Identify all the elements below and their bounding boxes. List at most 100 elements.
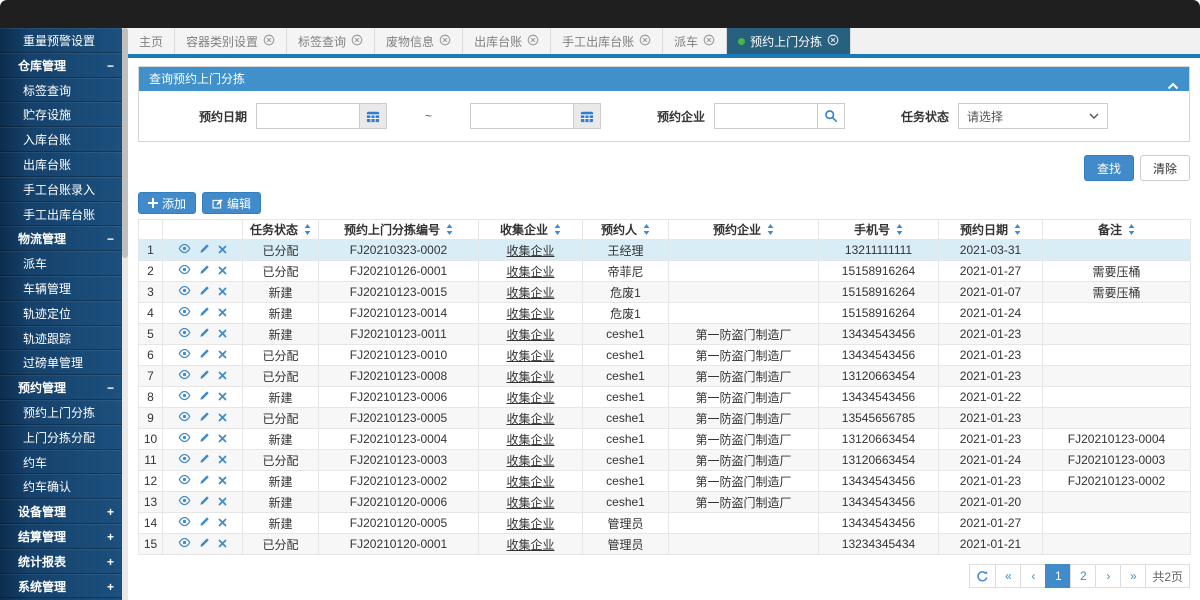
delete-icon[interactable] [218,516,227,530]
tab-1[interactable]: 容器类别设置 [175,28,287,54]
edit-icon[interactable] [199,453,210,467]
sidebar-item-21[interactable]: 统计报表+ [0,549,128,574]
cell-collector[interactable]: 收集企业 [479,303,583,324]
tab-4[interactable]: 出库台账 [463,28,551,54]
collector-link[interactable]: 收集企业 [506,454,554,468]
view-icon[interactable] [178,264,191,278]
tab-2[interactable]: 标签查询 [287,28,375,54]
collector-link[interactable]: 收集企业 [506,496,554,510]
enterprise-input[interactable] [714,103,817,129]
table-row[interactable]: 4新建FJ20210123-0014收集企业危废1151589162642021… [139,303,1191,324]
view-icon[interactable] [178,474,191,488]
tab-close-icon[interactable] [439,34,451,49]
page-button-2[interactable]: 2 [1070,564,1096,588]
delete-icon[interactable] [218,285,227,299]
expand-plus-icon[interactable]: + [107,575,114,600]
tab-3[interactable]: 废物信息 [375,28,463,54]
edit-icon[interactable] [199,537,210,551]
column-header-7[interactable]: 备注 [1043,220,1191,240]
table-row[interactable]: 6已分配FJ20210123-0010收集企业ceshe1第一防盗门制造厂134… [139,345,1191,366]
prev-page-button[interactable]: ‹ [1020,564,1046,588]
sort-icon[interactable] [1128,224,1135,238]
view-icon[interactable] [178,243,191,257]
cell-collector[interactable]: 收集企业 [479,324,583,345]
tab-7[interactable]: 预约上门分拣 [727,28,851,54]
cell-collector[interactable]: 收集企业 [479,366,583,387]
collector-link[interactable]: 收集企业 [506,349,554,363]
delete-icon[interactable] [218,474,227,488]
view-icon[interactable] [178,537,191,551]
table-row[interactable]: 9已分配FJ20210123-0005收集企业ceshe1第一防盗门制造厂135… [139,408,1191,429]
sort-icon[interactable] [643,224,650,238]
collector-link[interactable]: 收集企业 [506,391,554,405]
cell-collector[interactable]: 收集企业 [479,408,583,429]
view-icon[interactable] [178,369,191,383]
column-header-6[interactable]: 预约日期 [939,220,1043,240]
view-icon[interactable] [178,390,191,404]
calendar-icon[interactable] [359,103,387,129]
cell-collector[interactable]: 收集企业 [479,282,583,303]
cell-collector[interactable]: 收集企业 [479,429,583,450]
edit-icon[interactable] [199,243,210,257]
task-status-select[interactable]: 请选择 [958,103,1108,129]
table-row[interactable]: 15已分配FJ20210120-0001收集企业管理员1323434543420… [139,534,1191,555]
cell-collector[interactable]: 收集企业 [479,471,583,492]
sort-icon[interactable] [304,224,311,238]
edit-icon[interactable] [199,432,210,446]
view-icon[interactable] [178,453,191,467]
table-row[interactable]: 5新建FJ20210123-0011收集企业ceshe1第一防盗门制造厂1343… [139,324,1191,345]
collector-link[interactable]: 收集企业 [506,307,554,321]
collector-link[interactable]: 收集企业 [506,265,554,279]
cell-collector[interactable]: 收集企业 [479,513,583,534]
delete-icon[interactable] [218,243,227,257]
delete-icon[interactable] [218,411,227,425]
collector-link[interactable]: 收集企业 [506,517,554,531]
delete-icon[interactable] [218,537,227,551]
cell-collector[interactable]: 收集企业 [479,492,583,513]
sidebar-item-5[interactable]: 出库台账 [0,152,128,177]
sidebar-item-8[interactable]: 物流管理− [0,226,128,251]
sort-icon[interactable] [896,224,903,238]
clear-button[interactable]: 清除 [1140,155,1190,181]
sidebar-item-2[interactable]: 标签查询 [0,78,128,103]
tab-close-icon[interactable] [703,34,715,49]
collapse-minus-icon[interactable]: − [107,376,114,401]
collapse-minus-icon[interactable]: − [107,54,114,79]
table-row[interactable]: 12新建FJ20210123-0002收集企业ceshe1第一防盗门制造厂134… [139,471,1191,492]
sidebar-item-17[interactable]: 约车 [0,450,128,475]
collector-link[interactable]: 收集企业 [506,370,554,384]
table-row[interactable]: 14新建FJ20210120-0005收集企业管理员13434543456202… [139,513,1191,534]
tab-0[interactable]: 主页 [128,28,175,54]
edit-icon[interactable] [199,516,210,530]
view-icon[interactable] [178,327,191,341]
view-icon[interactable] [178,516,191,530]
refresh-icon[interactable] [969,564,996,588]
sidebar-item-10[interactable]: 车辆管理 [0,276,128,301]
sidebar-item-4[interactable]: 入库台账 [0,127,128,152]
sidebar-item-16[interactable]: 上门分拣分配 [0,425,128,450]
sidebar-item-3[interactable]: 贮存设施 [0,102,128,127]
sort-icon[interactable] [1014,224,1021,238]
edit-icon[interactable] [199,264,210,278]
expand-plus-icon[interactable]: + [107,525,114,550]
column-header-2[interactable]: 收集企业 [479,220,583,240]
tab-close-icon[interactable] [827,34,839,49]
sidebar-item-7[interactable]: 手工出库台账 [0,202,128,227]
table-row[interactable]: 3新建FJ20210123-0015收集企业危废1151589162642021… [139,282,1191,303]
view-icon[interactable] [178,411,191,425]
date-from-input[interactable] [256,103,359,129]
edit-button[interactable]: 编辑 [202,192,261,214]
delete-icon[interactable] [218,306,227,320]
tab-close-icon[interactable] [639,34,651,49]
edit-icon[interactable] [199,495,210,509]
collector-link[interactable]: 收集企业 [506,475,554,489]
expand-plus-icon[interactable]: + [107,550,114,575]
collector-link[interactable]: 收集企业 [506,244,554,258]
page-button-1[interactable]: 1 [1045,564,1071,588]
date-to-input[interactable] [470,103,573,129]
edit-icon[interactable] [199,411,210,425]
table-row[interactable]: 1已分配FJ20210323-0002收集企业王经理13211111111202… [139,240,1191,261]
add-button[interactable]: 添加 [138,192,196,214]
sidebar-item-11[interactable]: 轨迹定位 [0,301,128,326]
tab-close-icon[interactable] [263,34,275,49]
